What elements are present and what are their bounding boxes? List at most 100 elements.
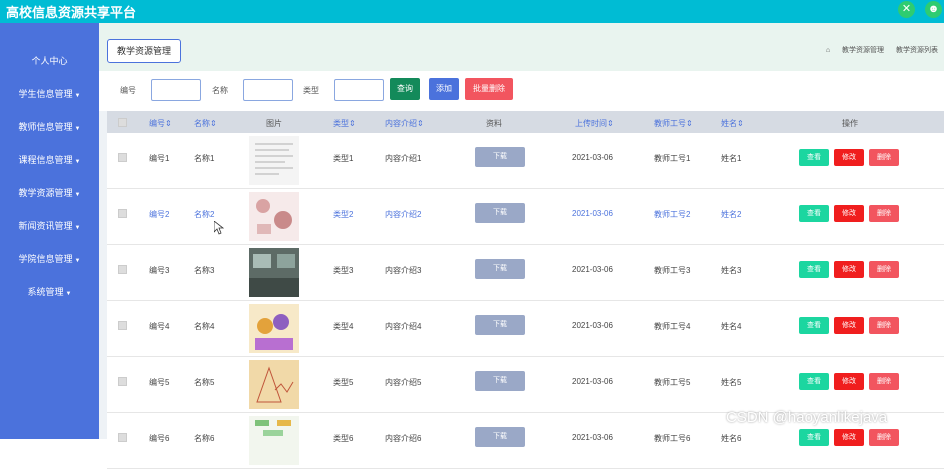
header-upload-time[interactable]: 上传时间⇕ [575, 118, 614, 129]
row-checkbox[interactable] [118, 265, 127, 274]
row-checkbox[interactable] [118, 321, 127, 330]
view-button[interactable]: 查看 [799, 261, 829, 278]
header-image: 图片 [266, 119, 282, 128]
cell-time: 2021-03-06 [572, 153, 613, 162]
no-label: 编号 [120, 86, 136, 95]
edit-button[interactable]: 修改 [834, 149, 864, 166]
resource-table: 编号⇕ 名称⇕ 图片 类型⇕ 内容介绍⇕ 资料 上传时间⇕ 教师工号⇕ 姓名⇕ … [107, 111, 944, 469]
cell-teacher-name: 姓名1 [721, 154, 742, 163]
query-button[interactable]: 查询 [390, 78, 420, 100]
batch-delete-button[interactable]: 批量删除 [465, 78, 513, 100]
download-button[interactable]: 下载 [475, 315, 525, 335]
cell-name: 名称2 [194, 210, 215, 219]
sidebar-item-personal-center[interactable]: 个人中心 [0, 54, 99, 67]
name-input[interactable] [243, 79, 293, 101]
cell-intro: 内容介绍3 [385, 266, 422, 275]
sidebar-item-college-info[interactable]: 学院信息管理 ▼ [0, 252, 99, 265]
view-button[interactable]: 查看 [799, 429, 829, 446]
cell-no: 编号4 [149, 322, 170, 331]
header-type[interactable]: 类型⇕ [333, 118, 356, 129]
sidebar-item-label: 教师信息管理 [18, 122, 73, 132]
cartoon-thumbnail[interactable] [249, 304, 299, 353]
header-teacher-no[interactable]: 教师工号⇕ [654, 118, 693, 129]
classroom-photo-thumbnail[interactable] [249, 248, 299, 297]
geometry-thumbnail[interactable] [249, 360, 299, 409]
header-label: 上传时间 [575, 119, 607, 128]
header-label: 教师工号 [654, 119, 686, 128]
row-checkbox[interactable] [118, 433, 127, 442]
delete-button[interactable]: 删除 [869, 373, 899, 390]
sidebar-item-teaching-resources[interactable]: 教学资源管理 ▼ [0, 186, 99, 199]
breadcrumb: ⌂ 教学资源管理 教学资源列表 [816, 45, 938, 55]
cell-type: 类型3 [333, 266, 354, 275]
tab-teaching-resources[interactable]: 教学资源管理 [107, 39, 182, 63]
sidebar-item-system[interactable]: 系统管理 ▼ [0, 285, 99, 298]
breadcrumb-item: 教学资源列表 [896, 47, 938, 54]
header-teacher-name[interactable]: 姓名⇕ [721, 118, 744, 129]
download-button[interactable]: 下载 [475, 147, 525, 167]
delete-button[interactable]: 删除 [869, 317, 899, 334]
edit-button[interactable]: 修改 [834, 429, 864, 446]
header-label: 名称 [194, 119, 210, 128]
view-button[interactable]: 查看 [799, 317, 829, 334]
delete-button[interactable]: 删除 [869, 149, 899, 166]
home-icon[interactable]: ⌂ [826, 47, 830, 54]
view-button[interactable]: 查看 [799, 149, 829, 166]
select-all-checkbox[interactable] [118, 118, 127, 127]
breadcrumb-item[interactable]: 教学资源管理 [842, 47, 884, 54]
row-checkbox[interactable] [118, 377, 127, 386]
header-no[interactable]: 编号⇕ [149, 118, 172, 129]
table-row[interactable]: 编号3 名称3 类型3 内容介绍3 下载 2021-03-06 教师工号3 姓名… [107, 245, 944, 301]
fullscreen-icon[interactable]: ✕ [898, 1, 915, 18]
header-label: 编号 [149, 119, 165, 128]
delete-button[interactable]: 删除 [869, 261, 899, 278]
no-input[interactable] [151, 79, 201, 101]
table-row[interactable]: 编号2 名称2 类型2 内容介绍2 下载 2021-03-06 教师工号2 姓名… [107, 189, 944, 245]
sidebar-item-label: 课程信息管理 [18, 155, 73, 165]
sidebar-item-news[interactable]: 新闻资讯管理 ▼ [0, 219, 99, 232]
cell-no: 编号3 [149, 266, 170, 275]
edit-button[interactable]: 修改 [834, 261, 864, 278]
diagram-thumbnail[interactable] [249, 192, 299, 241]
download-button[interactable]: 下载 [475, 259, 525, 279]
type-input[interactable] [334, 79, 384, 101]
sidebar-item-label: 学生信息管理 [18, 89, 73, 99]
download-button[interactable]: 下载 [475, 427, 525, 447]
delete-button[interactable]: 删除 [869, 205, 899, 222]
cell-teacher-no: 教师工号1 [654, 154, 691, 163]
user-icon[interactable]: ☻ [925, 1, 942, 18]
sidebar-item-course-info[interactable]: 课程信息管理 ▼ [0, 153, 99, 166]
table-row[interactable]: 编号5 名称5 类型5 内容介绍5 下载 2021-03-06 教师工号5 姓名… [107, 357, 944, 413]
chevron-down-icon: ▼ [65, 291, 72, 297]
sort-icon: ⇕ [349, 119, 356, 128]
row-checkbox[interactable] [118, 209, 127, 218]
sidebar-item-student-info[interactable]: 学生信息管理 ▼ [0, 87, 99, 100]
cell-teacher-name: 姓名4 [721, 322, 742, 331]
row-checkbox[interactable] [118, 153, 127, 162]
cell-no: 编号2 [149, 210, 170, 219]
view-button[interactable]: 查看 [799, 205, 829, 222]
table-header: 编号⇕ 名称⇕ 图片 类型⇕ 内容介绍⇕ 资料 上传时间⇕ 教师工号⇕ 姓名⇕ … [107, 111, 944, 133]
header-name[interactable]: 名称⇕ [194, 118, 217, 129]
download-button[interactable]: 下载 [475, 203, 525, 223]
edit-button[interactable]: 修改 [834, 317, 864, 334]
view-button[interactable]: 查看 [799, 373, 829, 390]
edit-button[interactable]: 修改 [834, 373, 864, 390]
tab-bar: 教学资源管理 ⌂ 教学资源管理 教学资源列表 [99, 23, 944, 71]
edit-button[interactable]: 修改 [834, 205, 864, 222]
flowchart-thumbnail[interactable] [249, 416, 299, 465]
watermark: CSDN @haoyanlikejava [726, 409, 888, 426]
sidebar-item-label: 教学资源管理 [18, 188, 73, 198]
cell-type: 类型4 [333, 322, 354, 331]
table-row[interactable]: 编号1 名称1 类型1 内容介绍1 下载 2021-03-06 教师工号1 姓名… [107, 133, 944, 189]
header-intro[interactable]: 内容介绍⇕ [385, 118, 424, 129]
add-button[interactable]: 添加 [429, 78, 459, 100]
delete-button[interactable]: 删除 [869, 429, 899, 446]
document-thumbnail[interactable] [249, 136, 299, 185]
sidebar-item-teacher-info[interactable]: 教师信息管理 ▼ [0, 120, 99, 133]
top-bar: 高校信息资源共享平台 ✕ ☻ [0, 0, 944, 23]
download-button[interactable]: 下载 [475, 371, 525, 391]
table-row[interactable]: 编号4 名称4 类型4 内容介绍4 下载 2021-03-06 教师工号4 姓名… [107, 301, 944, 357]
sort-icon: ⇕ [210, 119, 217, 128]
chevron-down-icon: ▼ [74, 159, 81, 165]
